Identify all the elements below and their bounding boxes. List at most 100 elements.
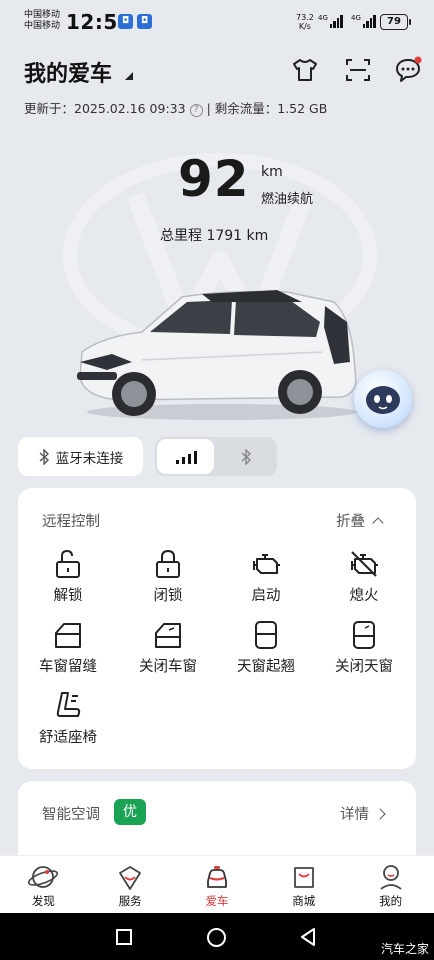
shopping-bag-icon xyxy=(293,867,314,888)
remote-control-title: 远程控制 xyxy=(42,514,100,530)
fuel-range-unit: km xyxy=(261,164,283,180)
message-icon[interactable] xyxy=(394,56,422,84)
scan-icon[interactable] xyxy=(344,56,372,84)
engine-start-icon xyxy=(253,554,280,574)
climate-details-link[interactable]: 详情 xyxy=(340,803,386,824)
air-quality-badge: 优 xyxy=(114,799,146,825)
tab-profile-label: 我的 xyxy=(379,894,403,908)
lock-icon xyxy=(156,549,180,578)
data-label: | 剩余流量： xyxy=(206,101,278,116)
remote-unlock-label: 解锁 xyxy=(53,588,83,604)
ai-assistant-button[interactable] xyxy=(354,370,412,428)
recent-apps-icon[interactable] xyxy=(116,929,132,945)
carrier-2: 中国移动 xyxy=(24,21,61,31)
battery-level: 79 xyxy=(387,16,401,27)
details-label: 详情 xyxy=(340,807,369,823)
cellular-signal-icon xyxy=(175,450,197,464)
window-close-icon xyxy=(155,623,181,648)
odometer-value: 1791 km xyxy=(206,228,269,244)
tshirt-icon[interactable] xyxy=(291,56,319,84)
bluetooth-status-label: 蓝牙未连接 xyxy=(55,450,124,467)
network-speed: 73.2 K/s xyxy=(296,13,314,31)
robot-icon xyxy=(366,386,400,414)
fold-button[interactable]: 折叠 xyxy=(336,510,384,531)
tab-my-car[interactable]: 爱车 xyxy=(174,856,261,913)
tab-service[interactable]: 服务 xyxy=(87,856,174,913)
chevron-right-icon xyxy=(373,808,386,820)
network-speed-value: 73.2 xyxy=(296,13,314,22)
fuel-range-value: 92 xyxy=(178,150,250,208)
tab-mall-label: 商城 xyxy=(292,894,316,908)
page-title[interactable]: 我的爱车 xyxy=(24,56,112,88)
remote-lock-button[interactable]: 闭锁 xyxy=(128,548,208,605)
signal-icon-1: 4G xyxy=(318,14,343,28)
chevron-up-icon xyxy=(371,517,384,529)
window-vent-icon xyxy=(55,623,81,648)
sunroof-tilt-icon xyxy=(255,621,277,649)
bluetooth-icon xyxy=(241,448,251,465)
service-icon xyxy=(119,866,142,890)
notification-app-icon-2: ◘ xyxy=(137,14,152,29)
remote-unlock-button[interactable]: 解锁 xyxy=(28,548,108,605)
system-navigation-bar xyxy=(0,913,434,960)
remote-start-label: 启动 xyxy=(251,588,281,604)
tab-mall[interactable]: 商城 xyxy=(260,856,347,913)
bluetooth-mode-button[interactable] xyxy=(216,439,275,474)
sunroof-close-icon xyxy=(353,621,375,649)
update-time: 2025.02.16 09:33 xyxy=(74,101,186,116)
smart-climate-title: 智能空调 xyxy=(42,807,100,823)
help-icon[interactable]: ? xyxy=(189,104,203,117)
battery-icon: 79 xyxy=(380,14,411,30)
cellular-mode-button[interactable] xyxy=(157,439,214,474)
comfort-seat-label: 舒适座椅 xyxy=(39,730,97,746)
home-icon[interactable] xyxy=(207,928,226,947)
remote-lock-label: 闭锁 xyxy=(153,588,183,604)
odometer-label: 总里程 xyxy=(160,228,202,244)
car-image xyxy=(77,290,357,420)
sunroof-tilt-button[interactable]: 天窗起翘 xyxy=(226,619,306,676)
tab-discover-label: 发现 xyxy=(31,894,55,908)
close-windows-button[interactable]: 关闭车窗 xyxy=(128,619,208,676)
fuel-range-label: 燃油续航 xyxy=(261,192,314,207)
back-icon[interactable] xyxy=(299,927,317,947)
unlock-icon xyxy=(56,549,80,578)
signal-icon-2: 4G xyxy=(351,14,376,28)
tab-my-car-label: 爱车 xyxy=(205,894,229,908)
close-windows-label: 关闭车窗 xyxy=(139,659,197,675)
comfort-seat-button[interactable]: 舒适座椅 xyxy=(28,690,108,747)
sunroof-close-label: 关闭天窗 xyxy=(335,659,393,675)
signal-type-2: 4G xyxy=(351,14,361,22)
window-vent-button[interactable]: 车窗留缝 xyxy=(28,619,108,676)
sunroof-tilt-label: 天窗起翘 xyxy=(237,659,295,675)
data-remaining: 1.52 GB xyxy=(277,101,328,116)
tab-profile[interactable]: 我的 xyxy=(347,856,434,913)
engine-off-icon xyxy=(351,551,378,577)
tab-discover[interactable]: 发现 xyxy=(0,856,87,913)
watermark-text: 汽车之家 xyxy=(381,942,430,956)
bottom-tab-bar: 发现 服务 爱车 商城 我的 xyxy=(0,855,434,913)
remote-control-card: 远程控制 折叠 解锁 闭锁 启动 熄火 车窗留缝 关闭车窗 天窗起翘 关闭天窗 … xyxy=(18,488,416,769)
seat-icon xyxy=(56,692,81,717)
network-speed-unit: K/s xyxy=(298,22,311,31)
signal-type-1: 4G xyxy=(318,14,328,22)
update-label: 更新于： xyxy=(24,101,75,116)
notification-app-icon: ◘ xyxy=(118,14,133,29)
window-vent-label: 车窗留缝 xyxy=(39,659,97,675)
remote-start-button[interactable]: 启动 xyxy=(226,548,306,605)
odometer: 总里程 1791 km xyxy=(160,225,268,245)
car-icon xyxy=(207,866,227,888)
carrier-1: 中国移动 xyxy=(24,10,61,20)
update-info: 更新于：2025.02.16 09:33 ? | 剩余流量：1.52 GB xyxy=(24,98,327,117)
bluetooth-status[interactable]: 蓝牙未连接 xyxy=(18,437,143,476)
remote-engine-off-label: 熄火 xyxy=(349,588,379,604)
vehicle-switch-caret-icon[interactable] xyxy=(125,72,133,80)
status-bar: 中国移动 中国移动 12:51 ◘ ◘ 73.2 K/s 4G 4G 79 xyxy=(0,0,434,44)
remote-engine-off-button[interactable]: 熄火 xyxy=(324,548,404,605)
profile-icon xyxy=(380,865,402,890)
planet-icon xyxy=(28,866,59,888)
bluetooth-icon xyxy=(39,448,49,465)
sunroof-close-button[interactable]: 关闭天窗 xyxy=(324,619,404,676)
carrier-info: 中国移动 中国移动 xyxy=(24,10,60,32)
fold-label: 折叠 xyxy=(336,514,365,530)
tab-service-label: 服务 xyxy=(118,894,142,908)
